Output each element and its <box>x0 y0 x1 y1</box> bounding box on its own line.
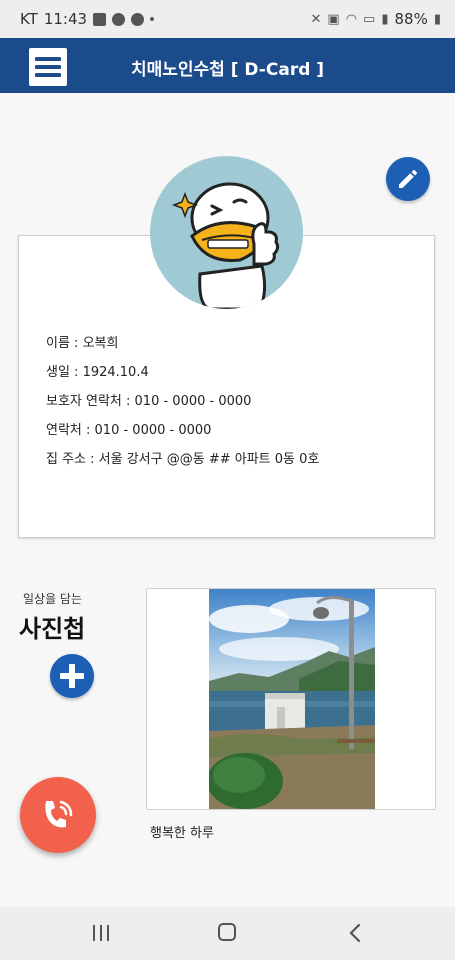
birth-text: 생일 : 1924.10.4 <box>46 365 149 380</box>
media-notification-icon <box>112 12 126 26</box>
lake-photo <box>209 589 375 809</box>
hd-icon: ▭ <box>363 11 376 27</box>
address-text: 집 주소 : 서울 강서구 @@동 ## 아파트 0동 0호 <box>46 452 320 467</box>
gallery-notification-icon <box>93 12 107 26</box>
emergency-call-button[interactable] <box>20 777 96 853</box>
back-button[interactable] <box>348 923 362 943</box>
photo-card[interactable] <box>146 588 436 810</box>
home-button[interactable] <box>218 923 236 941</box>
battery-charging-icon: ▮ <box>433 11 441 27</box>
talk-notification-icon <box>131 12 145 26</box>
more-notifications-icon <box>150 17 155 21</box>
album-title: 사진첩 <box>19 615 86 643</box>
pencil-icon <box>399 170 417 188</box>
carrier-label: KT <box>20 10 38 28</box>
signal-icon: ▮ <box>381 11 389 27</box>
wifi-icon: ◠ <box>345 11 358 27</box>
app-bar: 치매노인수첩 [ D-Card ] <box>0 38 455 93</box>
lock-icon: ▣ <box>327 11 340 27</box>
add-photo-button[interactable] <box>50 654 94 698</box>
clock: 11:43 <box>43 10 88 28</box>
duck-character-image <box>171 182 280 309</box>
status-bar: KT 11:43 ✕ ▣ ◠ ▭ ▮ 88% ▮ <box>0 0 455 38</box>
profile-info: 이름 : 오복희 생일 : 1924.10.4 보호자 연락처 : 010 - … <box>46 336 319 481</box>
name-text: 이름 : 오복희 <box>46 336 119 351</box>
photo-caption: 행복한 하루 <box>150 826 214 841</box>
guardian-contact-text: 보호자 연락처 : 010 - 0000 - 0000 <box>46 394 252 409</box>
phone-call-icon <box>45 800 73 828</box>
recent-apps-button[interactable] <box>91 925 111 941</box>
mute-icon: ✕ <box>310 11 322 27</box>
edit-profile-button[interactable] <box>386 157 430 201</box>
album-subtitle: 일상을 담는 <box>23 592 83 606</box>
status-right: ✕ ▣ ◠ ▭ ▮ 88% ▮ <box>311 10 442 28</box>
battery-percent: 88% <box>394 10 428 28</box>
navigation-bar <box>0 907 455 960</box>
app-title: 치매노인수첩 [ D-Card ] <box>130 60 325 80</box>
profile-avatar <box>150 156 303 309</box>
contact-text: 연락처 : 010 - 0000 - 0000 <box>46 423 212 438</box>
status-left: KT 11:43 <box>20 10 155 28</box>
